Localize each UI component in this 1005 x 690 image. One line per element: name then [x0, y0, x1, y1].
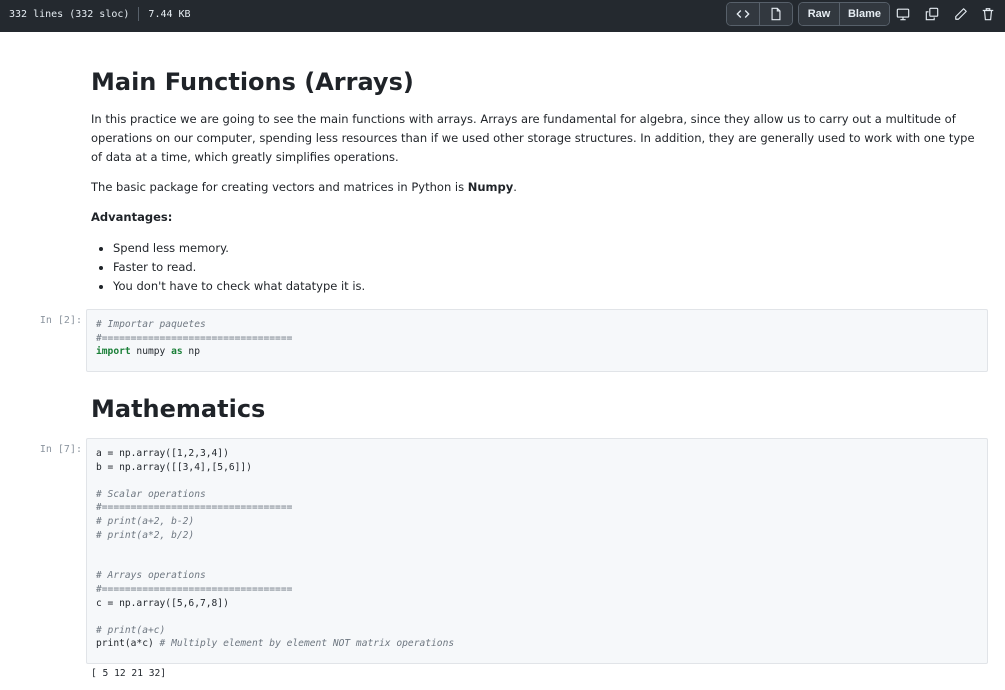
notebook-view: Main Functions (Arrays) In this practice…: [0, 32, 1005, 690]
code-line: c = np.array([5,6,7,8]): [96, 597, 229, 609]
copy-button[interactable]: [923, 5, 941, 23]
module-name: numpy: [130, 346, 172, 358]
file-size: 7.44 KB: [148, 8, 191, 20]
copy-icon: [925, 7, 939, 21]
package-text: The basic package for creating vectors a…: [91, 180, 468, 194]
cell-output: [ 5 12 21 32]: [91, 668, 167, 679]
file-header-bar: 332 lines (332 sloc) 7.44 KB Raw Blame: [0, 0, 1005, 32]
section-title: Mathematics: [91, 395, 266, 423]
raw-blame-group: Raw Blame: [798, 2, 890, 26]
list-item: Spend less memory.: [113, 239, 1003, 258]
page-title: Main Functions (Arrays): [91, 68, 414, 96]
code-comment: #=================================: [96, 502, 293, 514]
code-cell-imports[interactable]: # Importar paquetes #===================…: [86, 309, 988, 372]
code-view-button[interactable]: [727, 3, 759, 25]
trash-icon: [982, 8, 994, 21]
code-comment: #=================================: [96, 583, 293, 595]
code-comment: # Scalar operations: [96, 488, 206, 500]
code-comment: # Multiply element by element NOT matrix…: [159, 638, 455, 650]
keyword-import: import: [96, 346, 131, 358]
lines-info: 332 lines (332 sloc): [9, 8, 130, 20]
pencil-icon: [955, 8, 967, 20]
advantages-heading: Advantages:: [91, 210, 173, 224]
code-cell-math[interactable]: a = np.array([1,2,3,4]) b = np.array([[3…: [86, 438, 988, 664]
desktop-icon: [896, 8, 910, 21]
package-name: Numpy: [467, 180, 514, 194]
meta-divider: [138, 7, 140, 21]
module-alias: np: [182, 346, 200, 358]
intro-paragraph: In this practice we are going to see the…: [91, 112, 975, 164]
code-line: print(a*c): [96, 638, 160, 650]
code-comment: # Arrays operations: [96, 570, 206, 582]
cell-prompt: In [2]:: [39, 315, 82, 326]
file-meta: 332 lines (332 sloc) 7.44 KB: [9, 7, 191, 21]
advantages-list: Spend less memory. Faster to read. You d…: [91, 239, 1003, 296]
edit-button[interactable]: [952, 5, 970, 23]
code-icon: [736, 10, 750, 18]
code-comment: # print(a+c): [96, 624, 166, 636]
code-line: a = np.array([1,2,3,4]): [96, 448, 229, 459]
code-line: b = np.array([[3,4],[5,6]]): [96, 461, 252, 473]
code-comment: # print(a+2, b-2): [96, 515, 195, 527]
package-paragraph: The basic package for creating vectors a…: [91, 178, 981, 197]
desktop-button[interactable]: [894, 5, 912, 23]
file-icon: [771, 7, 781, 21]
blame-button[interactable]: Blame: [839, 3, 889, 25]
view-toggle: [726, 2, 793, 26]
code-comment: #=================================: [96, 332, 293, 344]
code-comment: # print(a*2, b/2): [96, 529, 195, 541]
list-item: Faster to read.: [113, 258, 1003, 277]
keyword-as: as: [171, 346, 183, 358]
code-comment: # Importar paquetes: [96, 319, 206, 330]
delete-button[interactable]: [979, 5, 997, 23]
raw-button[interactable]: Raw: [799, 3, 839, 25]
package-end: .: [513, 180, 517, 194]
cell-prompt: In [7]:: [39, 444, 82, 455]
list-item: You don't have to check what datatype it…: [113, 277, 1003, 296]
preview-view-button[interactable]: [759, 3, 792, 25]
